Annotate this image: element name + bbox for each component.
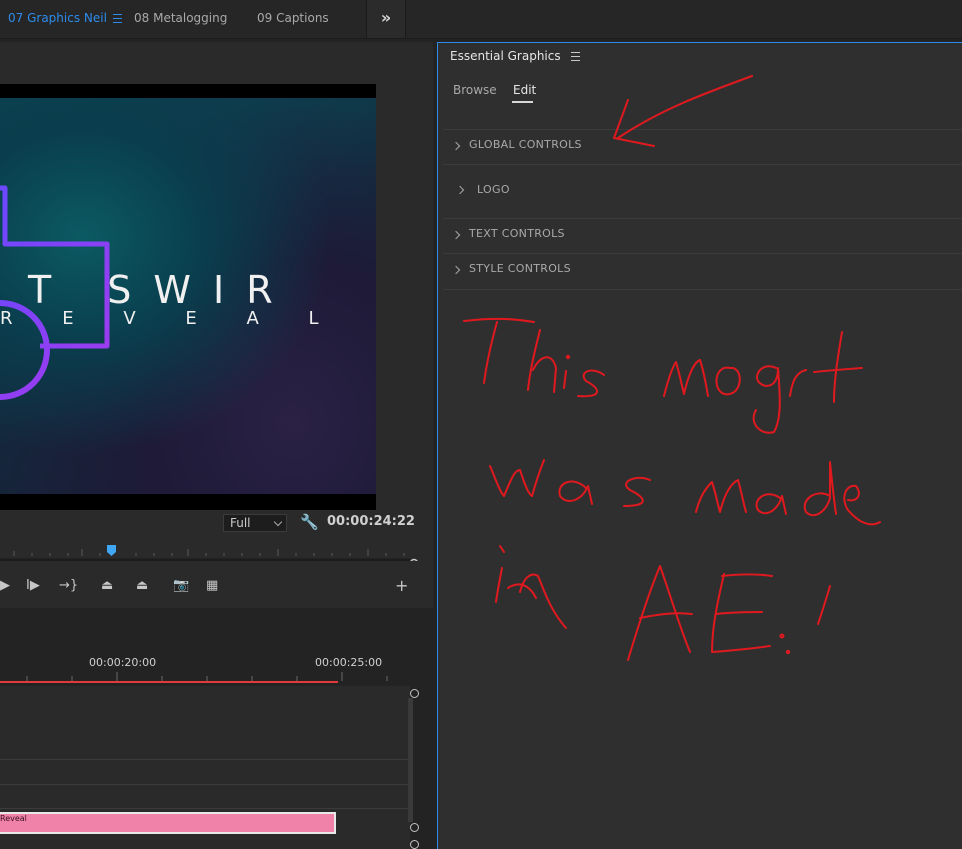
section-logo[interactable]: LOGO bbox=[443, 164, 962, 219]
play-icon[interactable]: ▶ bbox=[0, 578, 10, 593]
menu-icon[interactable] bbox=[570, 52, 580, 61]
panel-title: Essential Graphics bbox=[450, 49, 580, 63]
time-ruler[interactable] bbox=[0, 670, 420, 686]
camera-icon[interactable]: 📷 bbox=[173, 578, 189, 593]
scroll-handle[interactable] bbox=[410, 823, 419, 832]
step-forward-icon[interactable]: I▶ bbox=[26, 578, 40, 593]
section-label: STYLE CONTROLS bbox=[469, 262, 571, 275]
extract-icon[interactable]: ⏏ bbox=[136, 578, 148, 593]
chevron-down-icon bbox=[273, 517, 283, 527]
tab-label: 07 Graphics Neil bbox=[8, 11, 107, 25]
vertical-scrollbar[interactable] bbox=[408, 698, 413, 822]
time-ruler-label: 00:00:20:00 bbox=[89, 656, 157, 669]
clip-label: Reveal bbox=[0, 814, 27, 823]
zoom-value: Full bbox=[230, 516, 251, 530]
tab-label: 09 Captions bbox=[257, 11, 329, 25]
section-style-controls[interactable]: STYLE CONTROLS bbox=[443, 253, 962, 290]
active-tab-indicator bbox=[512, 101, 533, 103]
section-label: LOGO bbox=[477, 183, 510, 196]
track-divider bbox=[0, 759, 410, 760]
panel-title-text: Essential Graphics bbox=[450, 49, 561, 63]
timeline-clip[interactable] bbox=[0, 812, 336, 834]
video-frame: T SWIR R E V E A L bbox=[0, 98, 376, 494]
tab-07-graphics-neil[interactable]: 07 Graphics Neil bbox=[8, 0, 122, 38]
track-divider bbox=[0, 808, 410, 809]
menu-icon[interactable] bbox=[112, 14, 122, 23]
lift-icon[interactable]: ⏏ bbox=[101, 578, 113, 593]
playhead-marker bbox=[107, 545, 116, 556]
section-label: GLOBAL CONTROLS bbox=[469, 138, 582, 151]
transport-controls: ▶ I▶ →} ⏏ ⏏ 📷 ▦ + bbox=[0, 574, 433, 602]
chevron-right-icon bbox=[451, 230, 461, 240]
go-to-out-icon[interactable]: →} bbox=[59, 578, 78, 593]
tab-08-metalogging[interactable]: 08 Metalogging bbox=[134, 0, 227, 38]
tab-label: 08 Metalogging bbox=[134, 11, 228, 25]
section-text-controls[interactable]: TEXT CONTROLS bbox=[443, 218, 962, 254]
double-chevron-right-icon[interactable]: » bbox=[366, 0, 406, 38]
track-divider bbox=[0, 784, 410, 785]
section-global-controls[interactable]: GLOBAL CONTROLS bbox=[443, 129, 962, 165]
chevron-right-icon bbox=[451, 141, 461, 151]
section-label: TEXT CONTROLS bbox=[469, 227, 565, 240]
zoom-select[interactable]: Full bbox=[223, 514, 287, 532]
time-ruler-label: 00:00:25:00 bbox=[315, 656, 383, 669]
tab-edit[interactable]: Edit bbox=[513, 83, 536, 97]
chevron-right-icon bbox=[451, 265, 461, 275]
playhead-timecode[interactable]: 00:00:24:22 bbox=[327, 514, 415, 529]
scroll-handle[interactable] bbox=[410, 689, 419, 698]
chevron-right-icon bbox=[455, 185, 465, 195]
tab-browse[interactable]: Browse bbox=[453, 83, 497, 97]
scroll-handle[interactable] bbox=[410, 840, 419, 849]
wrench-icon[interactable]: 🔧 bbox=[300, 513, 319, 531]
tab-09-captions[interactable]: 09 Captions bbox=[257, 0, 329, 38]
compare-view-icon[interactable]: ▦ bbox=[206, 578, 218, 593]
add-button-icon[interactable]: + bbox=[395, 576, 408, 595]
subtitle-text: R E V E A L bbox=[0, 308, 341, 329]
title-text: T SWIR bbox=[28, 268, 295, 312]
playback-ruler[interactable] bbox=[0, 545, 420, 561]
